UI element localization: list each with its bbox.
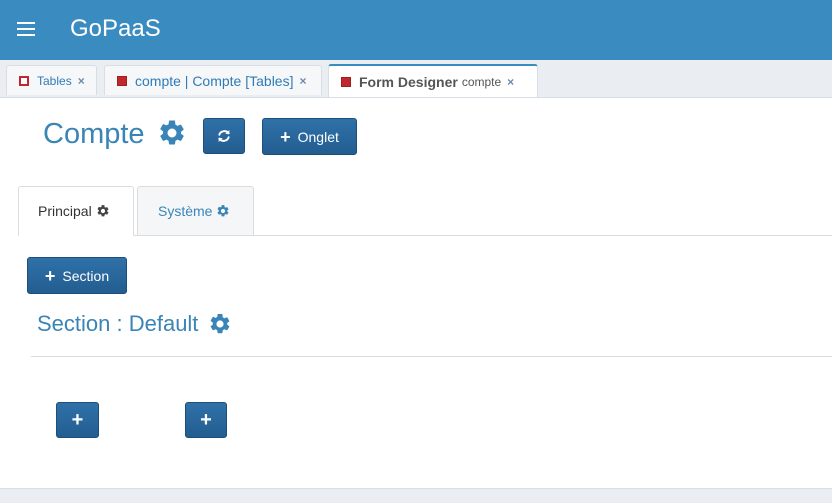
footer-bar [0,488,832,503]
tab-form-designer[interactable]: Form Designer compte × [328,64,538,97]
gear-icon[interactable] [96,204,110,218]
document-tab-strip: Tables × compte | Compte [Tables] × Form… [0,60,832,98]
tab-principal[interactable]: Principal [18,186,134,236]
add-field-button[interactable]: + [56,402,99,438]
add-field-button[interactable]: + [185,402,227,438]
page-title: Compte [43,118,145,150]
table-icon [341,76,351,87]
app-title: GoPaaS [70,15,161,42]
close-tab-icon[interactable]: × [299,74,306,88]
tab-systeme-label: Système [158,203,213,219]
refresh-icon [218,130,230,142]
plus-icon: + [280,126,291,147]
add-tab-button[interactable]: + Onglet [262,118,357,155]
close-tab-icon[interactable]: × [507,75,514,89]
tab-label: compte | Compte [Tables] [135,72,294,89]
tab-label: Tables [37,73,72,88]
section-title: Section : Default [37,311,199,336]
table-outline-icon [19,75,29,86]
tab-systeme[interactable]: Système [137,186,254,236]
add-tab-label: Onglet [297,128,339,145]
plus-icon: + [44,265,56,286]
gear-icon[interactable] [157,118,187,148]
tab-tables[interactable]: Tables × [6,65,97,95]
add-section-label: Section [62,267,110,284]
tab-label: Form Designer [359,73,458,90]
table-icon [117,75,127,86]
gear-icon[interactable] [216,204,230,218]
hamburger-menu-icon[interactable] [17,22,35,36]
tab-principal-label: Principal [38,203,92,219]
app-header: GoPaaS [0,0,832,60]
section-divider [31,356,832,357]
tab-sublabel: compte [461,74,502,89]
tab-compte[interactable]: compte | Compte [Tables] × [104,65,322,95]
add-section-button[interactable]: + Section [27,257,127,294]
close-tab-icon[interactable]: × [78,74,85,88]
refresh-button[interactable] [203,118,245,154]
gear-icon[interactable] [208,312,232,336]
